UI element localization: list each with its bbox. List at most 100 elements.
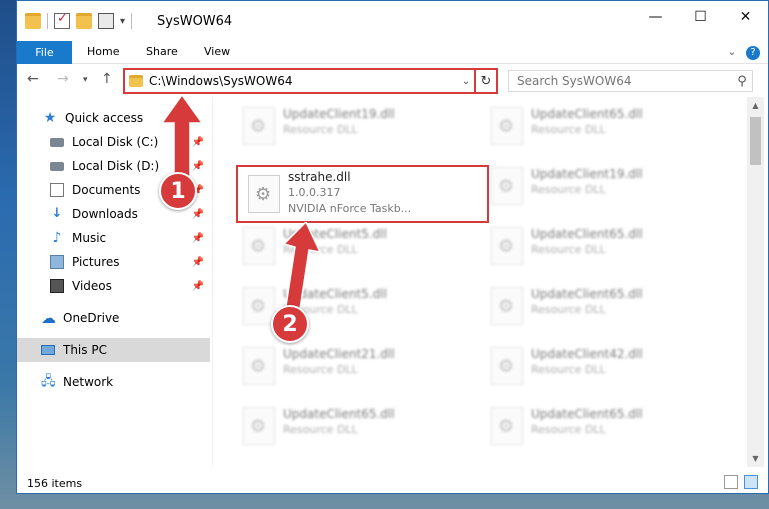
- details-view-icon[interactable]: [724, 475, 738, 489]
- target-file-highlight[interactable]: sstrahe.dll 1.0.0.317 NVIDIA nForce Task…: [236, 165, 489, 223]
- forward-arrow-icon[interactable]: →: [57, 71, 69, 87]
- file-name: sstrahe.dll: [288, 170, 351, 184]
- file-type: Resource DLL: [283, 123, 358, 136]
- tab-file[interactable]: File: [17, 41, 72, 64]
- ribbon-right-controls: ⌄ ?: [727, 45, 760, 60]
- window-title: SysWOW64: [157, 14, 233, 29]
- explorer-window: ▾ SysWOW64 — ☐ ✕ File Home Share View ⌄ …: [16, 0, 769, 494]
- dll-file-icon: [243, 347, 275, 385]
- nav-videos[interactable]: Videos 📌: [17, 274, 210, 298]
- file-name: UpdateClient65.dll: [531, 227, 643, 241]
- file-name: UpdateClient21.dll: [283, 347, 395, 361]
- properties-icon[interactable]: [98, 13, 114, 29]
- view-toggle: [724, 475, 758, 489]
- nav-network[interactable]: 🖧 Network: [17, 370, 210, 394]
- file-type: Resource DLL: [531, 363, 606, 376]
- pin-icon[interactable]: 📌: [192, 281, 204, 292]
- file-tile[interactable]: UpdateClient5.dll Resource DLL: [233, 279, 468, 335]
- dll-file-icon: [243, 287, 275, 325]
- properties-check-icon[interactable]: [54, 11, 70, 29]
- file-name: UpdateClient19.dll: [283, 107, 395, 121]
- file-name: UpdateClient42.dll: [531, 347, 643, 361]
- tab-view[interactable]: View: [204, 45, 230, 58]
- help-icon[interactable]: ?: [746, 46, 760, 60]
- file-tile[interactable]: UpdateClient42.dll Resource DLL: [481, 339, 716, 395]
- up-arrow-icon[interactable]: ↑: [101, 71, 113, 87]
- address-path[interactable]: C:\Windows\SysWOW64: [149, 74, 458, 88]
- expand-ribbon-chevron-icon[interactable]: ⌄: [727, 45, 736, 58]
- tab-home[interactable]: Home: [87, 45, 119, 58]
- pin-icon[interactable]: 📌: [192, 209, 204, 220]
- search-box[interactable]: ⚲: [508, 70, 753, 92]
- file-name: UpdateClient65.dll: [283, 407, 395, 421]
- scroll-down-icon[interactable]: ▼: [747, 450, 764, 467]
- search-input[interactable]: [517, 74, 732, 88]
- file-type: Resource DLL: [531, 423, 606, 436]
- nav-label: Network: [63, 375, 114, 389]
- documents-icon: [50, 183, 64, 197]
- recent-locations-chevron-icon[interactable]: ▾: [83, 75, 88, 85]
- search-icon[interactable]: ⚲: [732, 74, 752, 89]
- customize-toolbar-chevron-icon[interactable]: ▾: [120, 16, 125, 27]
- file-type: Resource DLL: [531, 243, 606, 256]
- nav-onedrive[interactable]: ☁ OneDrive: [17, 306, 210, 330]
- large-icons-view-icon[interactable]: [744, 475, 758, 489]
- title-bar: ▾ SysWOW64 — ☐ ✕: [17, 1, 768, 41]
- folder-icon: [129, 75, 143, 87]
- address-bar[interactable]: C:\Windows\SysWOW64 ⌄ ↻: [123, 68, 498, 94]
- file-name: UpdateClient65.dll: [531, 107, 643, 121]
- minimize-button[interactable]: —: [633, 1, 678, 33]
- file-type: Resource DLL: [531, 183, 606, 196]
- file-tile[interactable]: UpdateClient65.dll Resource DLL: [481, 399, 716, 455]
- dll-file-icon: [491, 107, 523, 145]
- pin-icon[interactable]: 📌: [192, 233, 204, 244]
- file-type: Resource DLL: [283, 363, 358, 376]
- file-description: NVIDIA nForce Taskb...: [288, 202, 412, 215]
- dll-file-icon: [243, 407, 275, 445]
- new-folder-icon[interactable]: [76, 13, 92, 29]
- status-bar: 156 items: [17, 471, 768, 493]
- scroll-thumb[interactable]: [750, 117, 761, 165]
- scroll-up-icon[interactable]: ▲: [747, 97, 764, 114]
- nav-label: Downloads: [72, 207, 138, 221]
- toolbar-separator: [131, 13, 133, 29]
- window-controls: — ☐ ✕: [633, 1, 768, 33]
- refresh-icon[interactable]: ↻: [474, 70, 496, 92]
- nav-label: Pictures: [72, 255, 120, 269]
- nav-label: Music: [72, 231, 107, 245]
- target-file-tile[interactable]: sstrahe.dll 1.0.0.317 NVIDIA nForce Task…: [238, 167, 487, 223]
- tab-share[interactable]: Share: [146, 45, 178, 58]
- nav-label: Quick access: [65, 111, 144, 125]
- item-count: 156 items: [27, 476, 83, 490]
- star-icon: ★: [43, 110, 57, 126]
- dll-file-icon: [491, 407, 523, 445]
- address-dropdown-chevron-icon[interactable]: ⌄: [458, 76, 474, 87]
- file-tile[interactable]: UpdateClient65.dll Resource DLL: [481, 279, 716, 335]
- file-tile[interactable]: UpdateClient65.dll Resource DLL: [481, 99, 716, 155]
- file-type: Resource DLL: [283, 423, 358, 436]
- nav-music[interactable]: ♪ Music 📌: [17, 226, 210, 250]
- file-tile[interactable]: UpdateClient65.dll Resource DLL: [481, 219, 716, 275]
- dll-file-icon: [491, 227, 523, 265]
- file-tile[interactable]: UpdateClient19.dll Resource DLL: [233, 99, 468, 155]
- disk-icon: [50, 137, 64, 147]
- file-tile[interactable]: UpdateClient19.dll Resource DLL: [481, 159, 716, 215]
- maximize-button[interactable]: ☐: [678, 1, 723, 33]
- dll-file-icon: [243, 107, 275, 145]
- file-tile[interactable]: UpdateClient65.dll Resource DLL: [233, 399, 468, 455]
- file-tile[interactable]: UpdateClient5.dll Resource DLL: [233, 219, 468, 275]
- nav-this-pc[interactable]: This PC: [17, 338, 210, 362]
- back-arrow-icon[interactable]: ←: [27, 71, 39, 87]
- vertical-scrollbar[interactable]: ▲ ▼: [747, 97, 764, 467]
- file-tile[interactable]: UpdateClient21.dll Resource DLL: [233, 339, 468, 395]
- close-button[interactable]: ✕: [723, 1, 768, 33]
- pin-icon[interactable]: 📌: [192, 257, 204, 268]
- network-icon: 🖧: [41, 374, 56, 389]
- nav-label: This PC: [63, 343, 107, 357]
- step-2-badge: 2: [271, 305, 309, 343]
- dll-file-icon: [491, 167, 523, 205]
- nav-pictures[interactable]: Pictures 📌: [17, 250, 210, 274]
- download-icon: ↓: [51, 206, 63, 221]
- file-name: UpdateClient65.dll: [531, 287, 643, 301]
- quick-access-toolbar: ▾: [25, 11, 133, 29]
